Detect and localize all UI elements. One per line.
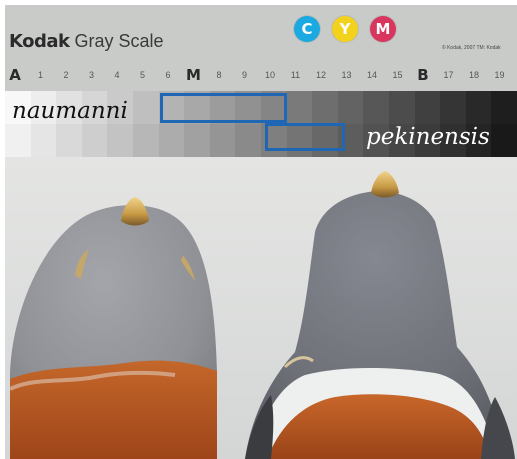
gray-step-patch [235, 124, 261, 157]
scale-label: 2 [63, 70, 69, 80]
gray-step-patch [414, 91, 441, 124]
cyan-patch: C [294, 16, 320, 42]
scale-label: 13 [341, 70, 352, 80]
scale-label: 4 [114, 70, 120, 80]
gray-step-patch [388, 91, 415, 124]
scale-label: 6 [165, 70, 171, 80]
gray-step-patch [312, 91, 338, 124]
gray-step-patch [81, 124, 108, 157]
brand-name: Kodak [9, 31, 70, 52]
cyan-letter: C [301, 20, 313, 38]
brand-product: Gray Scale [69, 31, 164, 51]
scale-label: 9 [241, 70, 248, 80]
scale-label: A [9, 66, 21, 84]
pekinensis-match-box [265, 123, 345, 151]
copyright-text: © Kodak, 2007 TM: Kodak [442, 45, 501, 51]
gray-step-patch [30, 124, 57, 157]
scale-label: 11 [290, 70, 301, 80]
scale-label: 10 [264, 70, 276, 80]
gray-step-patch [56, 124, 82, 157]
scale-label: B [417, 66, 429, 84]
gray-step-patch [132, 124, 159, 157]
bird-specimens-photo [5, 157, 517, 459]
scale-label: 19 [494, 70, 505, 80]
scale-label: M [186, 66, 201, 84]
scale-label: 3 [88, 70, 95, 80]
gray-step-patch [107, 124, 133, 157]
figure: Kodak Gray Scale C Y M © Kodak, 2007 TM:… [0, 0, 517, 459]
specimens-drawing [5, 157, 517, 459]
naumanni-match-box [160, 93, 287, 123]
magenta-letter: M [375, 20, 391, 38]
scale-label: 5 [139, 70, 146, 80]
scale-label: 8 [216, 70, 222, 80]
yellow-patch: Y [332, 16, 358, 42]
yellow-letter: Y [339, 20, 351, 38]
scale-number-row: A 1 2 3 4 5 6 M 8 9 10 11 12 13 14 15 B 17 18 19 [5, 63, 517, 89]
gray-step-patch [491, 91, 517, 124]
gray-step-patch [132, 91, 159, 124]
kodak-brand: Kodak Gray Scale [9, 31, 164, 52]
scale-label: 18 [468, 70, 480, 80]
gray-step-patch [5, 124, 31, 157]
pekinensis-label: pekinensis [366, 124, 490, 150]
scale-label: 15 [392, 70, 403, 80]
gray-step-patch [363, 91, 389, 124]
gray-step-patch [209, 124, 236, 157]
scale-label: 17 [443, 70, 454, 80]
gray-step-patch [184, 124, 210, 157]
gray-step-patch [440, 91, 466, 124]
scale-label: 14 [366, 70, 378, 80]
gray-step-patch [491, 124, 517, 157]
scale-label: 12 [315, 70, 327, 80]
scale-label: 1 [37, 70, 44, 80]
gray-step-patch [337, 91, 364, 124]
naumanni-label: naumanni [12, 98, 128, 124]
gray-step-patch [158, 124, 185, 157]
gray-step-patch [286, 91, 313, 124]
magenta-patch: M [370, 16, 396, 42]
gray-step-patch [465, 91, 492, 124]
